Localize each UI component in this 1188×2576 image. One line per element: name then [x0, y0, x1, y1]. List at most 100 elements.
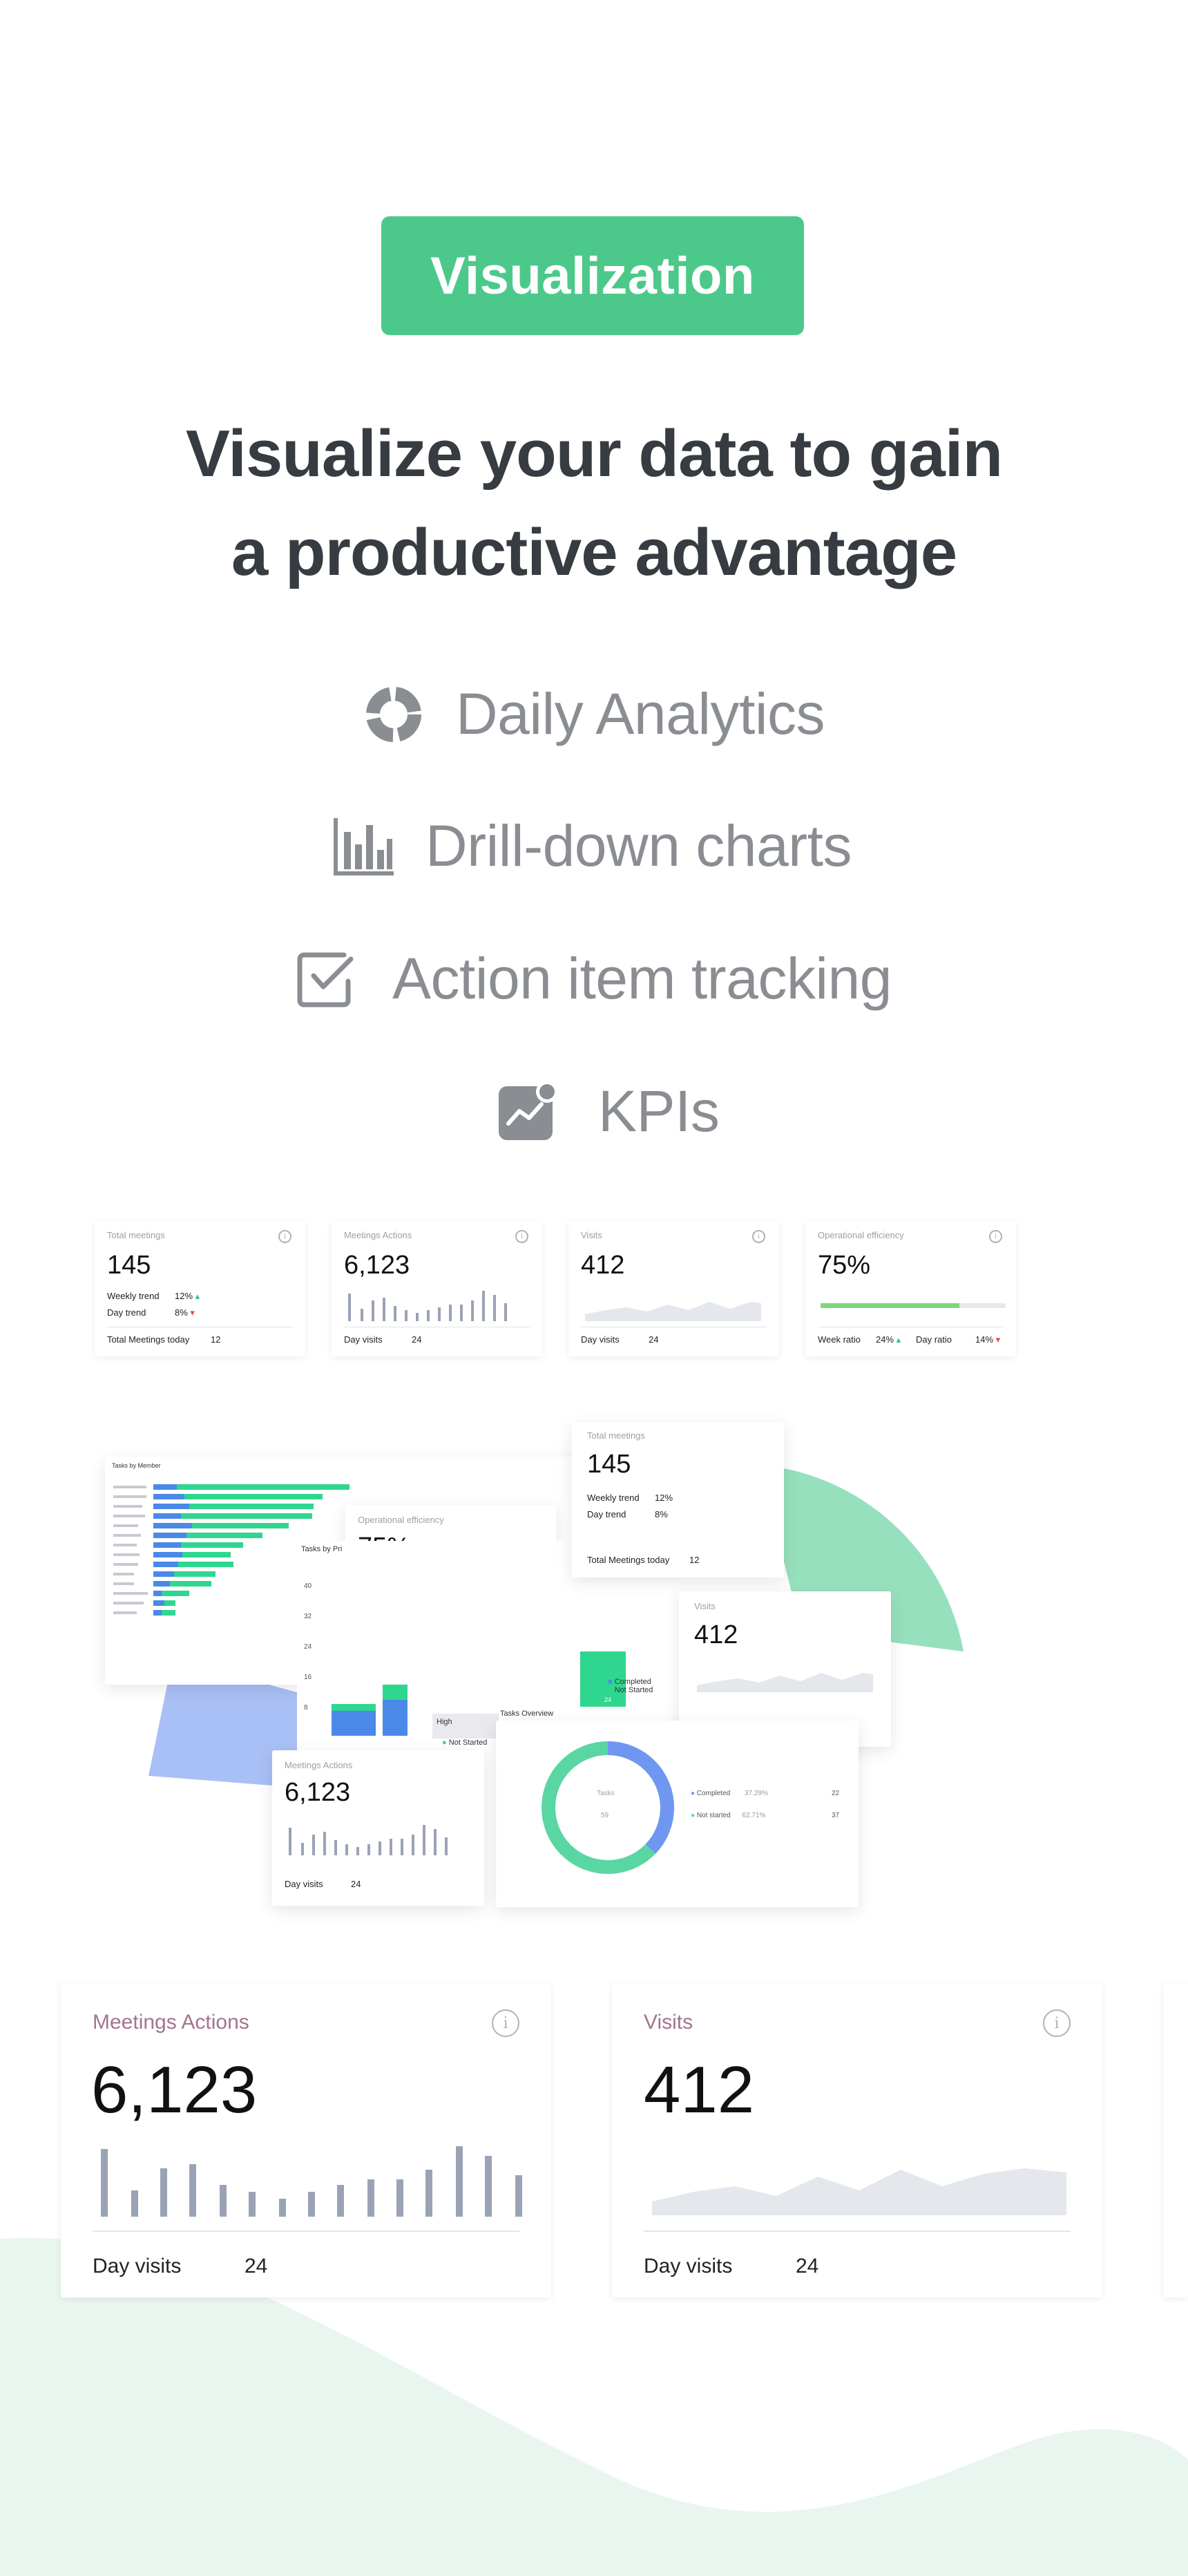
day-trend-value: 8%: [655, 1509, 668, 1519]
collage-meetings-actions-card: Meetings Actions 6,123 Day visits 24: [272, 1750, 484, 1906]
sparkbar-chart: [289, 1825, 448, 1855]
bar-chart-icon: [334, 817, 394, 875]
footer-value: 24: [412, 1334, 422, 1345]
feature-label: KPIs: [598, 1079, 720, 1144]
priority-tooltip: High: [432, 1714, 499, 1739]
card-value: 145: [107, 1251, 151, 1280]
feature-daily-analytics: Daily Analytics: [362, 681, 825, 748]
area-sparkline: [585, 1302, 761, 1321]
day-ratio-value: 14% ▾: [975, 1334, 1001, 1345]
total-meetings-card: Total meetings i 145 Weekly trend 12% ▴ …: [95, 1222, 305, 1356]
y-tick: 24: [304, 1643, 312, 1651]
info-icon[interactable]: i: [752, 1230, 765, 1243]
card-value: 412: [581, 1251, 625, 1280]
footer-value: 24: [351, 1879, 361, 1889]
feature-drill-down: Drill-down charts: [333, 813, 852, 880]
panel-title: Tasks by Pri: [301, 1545, 343, 1553]
footer-label: Total Meetings today: [107, 1334, 190, 1345]
collage-total-meetings-card: Total meetings 145 Weekly trend 12% Day …: [572, 1422, 784, 1578]
large-meetings-actions-card: Meetings Actions i 6,123 Day visits 24: [61, 1983, 551, 2298]
info-icon[interactable]: i: [492, 2009, 519, 2037]
donut-chart-icon: [366, 686, 421, 742]
headline-line-1: Visualize your data to gain: [185, 417, 1003, 491]
legend-square-icon: ■: [608, 1678, 613, 1686]
meetings-actions-card: Meetings Actions i 6,123 Day visits 24: [332, 1222, 542, 1356]
week-ratio-value: 24% ▴: [876, 1334, 901, 1345]
page-headline: Visualize your data to gain a productive…: [111, 404, 1077, 602]
operational-efficiency-card: Operational efficiency i 75% Week ratio …: [805, 1222, 1016, 1356]
card-value: 6,123: [91, 2053, 258, 2127]
card-title: Total meetings: [587, 1430, 645, 1441]
donut-center-value: 59: [601, 1812, 609, 1819]
dashboard-collage: Tasks by Member Operational efficiency T…: [0, 1403, 1188, 1935]
footer-label: Day visits: [93, 2255, 182, 2277]
card-title: Operational efficiency: [818, 1230, 904, 1240]
card-title: Meetings Actions: [285, 1760, 353, 1770]
footer-value: 24: [649, 1334, 659, 1345]
tasks-donut-panel: Tasks 59 ● Completed 37.29% 22 ● Not sta…: [496, 1721, 859, 1907]
sparkbar-chart: [101, 2146, 522, 2217]
feature-label: Action item tracking: [392, 946, 892, 1011]
area-sparkline: [652, 2168, 1066, 2215]
feature-label: Daily Analytics: [456, 681, 825, 746]
card-title: Visits: [694, 1601, 716, 1611]
card-title: Total meetings: [107, 1230, 165, 1240]
arrow-up-icon: ▴: [195, 1291, 200, 1301]
arrow-up-icon: ▴: [896, 1334, 901, 1345]
donut-legend-count: 37: [832, 1812, 840, 1819]
bar-value-label: 24: [604, 1696, 612, 1703]
card-value: 145: [587, 1450, 631, 1479]
legend: ■ Completed ■ Not Started: [608, 1678, 653, 1694]
info-icon[interactable]: i: [989, 1230, 1002, 1243]
weekly-trend-label: Weekly trend: [587, 1493, 640, 1503]
footer-value: 12: [689, 1555, 700, 1565]
visits-card: Visits i 412 Day visits 24: [568, 1222, 779, 1356]
info-icon[interactable]: i: [515, 1230, 528, 1243]
large-visits-card: Visits i 412 Day visits 24: [612, 1983, 1102, 2298]
footer-value: 12: [211, 1334, 221, 1345]
efficiency-progress-track: [821, 1303, 1006, 1308]
week-ratio-label: Week ratio: [818, 1334, 861, 1345]
legend-dot-icon: ●: [691, 1812, 696, 1819]
footer-value: 24: [245, 2255, 268, 2277]
visualization-badge: Visualization: [381, 216, 804, 335]
divider: [93, 2231, 519, 2232]
weekly-trend-value: 12% ▴: [175, 1291, 200, 1301]
donut-legend-row: ● Completed 37.29%: [691, 1790, 768, 1797]
y-tick: 40: [304, 1582, 312, 1590]
divider: [644, 2231, 1071, 2232]
info-icon[interactable]: i: [1043, 2009, 1071, 2037]
arrow-down-icon: ▾: [190, 1307, 195, 1318]
card-title: Operational efficiency: [358, 1515, 444, 1525]
tasks-overview-title: Tasks Overview: [500, 1710, 554, 1718]
card-value: 412: [644, 2053, 755, 2127]
panel-title: Tasks by Member: [112, 1462, 161, 1469]
card-value: 412: [694, 1620, 738, 1649]
donut-legend-count: 22: [832, 1790, 840, 1797]
info-icon[interactable]: i: [278, 1230, 291, 1243]
card-title: Visits: [644, 2011, 693, 2034]
feature-label: Drill-down charts: [425, 813, 852, 878]
footer-label: Day visits: [581, 1334, 620, 1345]
legend-dot-icon: ●: [442, 1739, 447, 1747]
efficiency-progress-fill: [821, 1303, 959, 1308]
sparkbar-chart: [348, 1291, 507, 1321]
footer-value: 24: [796, 2255, 819, 2277]
feature-kpis: KPIs: [497, 1078, 720, 1145]
footer-label: Total Meetings today: [587, 1555, 670, 1565]
y-tick: 32: [304, 1613, 312, 1620]
weekly-trend-label: Weekly trend: [107, 1291, 160, 1301]
footer-label: Day visits: [285, 1879, 323, 1889]
headline-line-2: a productive advantage: [231, 515, 957, 589]
tasks-donut-chart: [542, 1741, 674, 1874]
not-started-tooltip-label: ● Not Started: [442, 1739, 488, 1747]
day-trend-label: Day trend: [587, 1509, 626, 1519]
card-value: 6,123: [285, 1778, 351, 1807]
donut-center-label: Tasks: [597, 1790, 615, 1797]
checkbox-icon: [297, 952, 354, 1007]
card-title: Visits: [581, 1230, 602, 1240]
card-title: Meetings Actions: [93, 2011, 249, 2034]
weekly-trend-value: 12%: [655, 1493, 673, 1503]
legend-dot-icon: ●: [691, 1790, 696, 1797]
card-value: 6,123: [344, 1251, 410, 1280]
